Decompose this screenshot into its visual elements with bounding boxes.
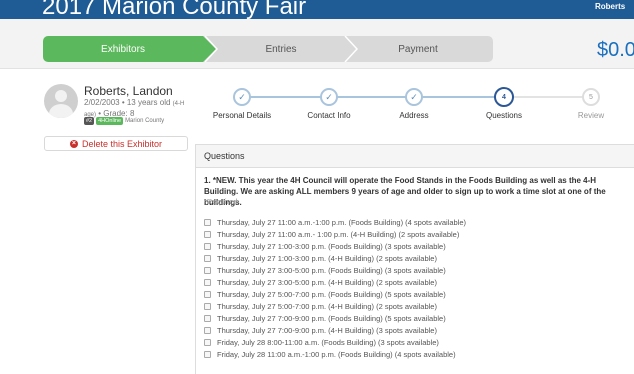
time-slot-option[interactable]: Friday, July 28 11:00 a.m.-1:00 p.m. (Fo… xyxy=(204,348,632,360)
checkbox[interactable] xyxy=(204,254,211,262)
option-label: Friday, July 28 11:00 a.m.-1:00 p.m. (Fo… xyxy=(217,349,456,359)
avatar xyxy=(44,84,78,118)
checkout-wizard: Exhibitors Entries Payment $0.0 xyxy=(0,19,634,69)
step-personal-details-label[interactable]: Personal Details xyxy=(213,111,271,120)
step-questions-number: 4 xyxy=(494,87,514,107)
exhibitor-badges: #2 4HOnline Marion County xyxy=(84,117,164,125)
option-label: Thursday, July 27 7:00-9:00 p.m. (4-H Bu… xyxy=(217,325,437,335)
checkbox[interactable] xyxy=(204,338,211,346)
time-slot-option[interactable]: Thursday, July 27 1:00-3:00 p.m. (4-H Bu… xyxy=(204,252,632,264)
checkbox[interactable] xyxy=(204,314,211,322)
checkbox[interactable] xyxy=(204,218,211,226)
time-slot-option[interactable]: Friday, July 28 8:00-11:00 a.m. (Foods B… xyxy=(204,336,632,348)
chevron-right-icon xyxy=(344,36,359,62)
time-slot-option[interactable]: Thursday, July 27 3:00-5:00 p.m. (4-H Bu… xyxy=(204,276,632,288)
delete-exhibitor-label: Delete this Exhibitor xyxy=(81,138,163,149)
checkbox[interactable] xyxy=(204,242,211,250)
tracker-line xyxy=(418,96,504,98)
time-slot-option[interactable]: Thursday, July 27 1:00-3:00 p.m. (Foods … xyxy=(204,240,632,252)
wizard-step-payment[interactable]: Payment xyxy=(373,36,463,62)
checkbox[interactable] xyxy=(204,278,211,286)
option-label: Thursday, July 27 11:00 a.m.-1:00 p.m. (… xyxy=(217,217,467,227)
checkbox[interactable] xyxy=(204,302,211,310)
cart-total: $0.0 xyxy=(597,39,634,61)
progress-tracker: ✓ ✓ ✓ 4 5 Personal Details Contact Info … xyxy=(195,80,634,125)
step-address-check-icon[interactable]: ✓ xyxy=(405,88,423,106)
checkbox[interactable] xyxy=(204,266,211,274)
time-slot-option[interactable]: Thursday, July 27 7:00-9:00 p.m. (4-H Bu… xyxy=(204,324,632,336)
option-label: Thursday, July 27 5:00-7:00 p.m. (Foods … xyxy=(217,289,446,299)
step-contact-info-label[interactable]: Contact Info xyxy=(307,111,350,120)
checkbox[interactable] xyxy=(204,290,211,298)
time-slot-options: Thursday, July 27 11:00 a.m.-1:00 p.m. (… xyxy=(204,216,632,360)
time-slot-option[interactable]: Thursday, July 27 11:00 a.m.-1:00 p.m. (… xyxy=(204,216,632,228)
exhibitor-age-note: (4-H xyxy=(172,101,185,107)
step-questions-label: Questions xyxy=(485,111,523,120)
wizard-step-exhibitors[interactable]: Exhibitors xyxy=(43,36,203,62)
chevron-right-icon xyxy=(204,36,219,62)
option-label: Thursday, July 27 1:00-3:00 p.m. (Foods … xyxy=(217,241,446,251)
option-label: Thursday, July 27 5:00-7:00 p.m. (4-H Bu… xyxy=(217,301,437,311)
exhibitor-dob-age: 2/02/2003 • 13 years old xyxy=(84,98,171,107)
option-label: Thursday, July 27 7:00-9:00 p.m. (Foods … xyxy=(217,313,446,323)
app-header: 2017 Marion County Fair Roberts xyxy=(0,0,634,19)
delete-exhibitor-button[interactable]: × Delete this Exhibitor xyxy=(44,136,188,151)
time-slot-option[interactable]: Thursday, July 27 7:00-9:00 p.m. (Foods … xyxy=(204,312,632,324)
exhibitor-county: Marion County xyxy=(125,118,165,124)
step-contact-info-check-icon[interactable]: ✓ xyxy=(320,88,338,106)
remove-icon: × xyxy=(69,139,78,148)
option-label: Thursday, July 27 11:00 a.m.- 1:00 p.m. … xyxy=(217,229,460,239)
program-badge: 4HOnline xyxy=(96,117,124,125)
checkbox[interactable] xyxy=(204,326,211,334)
option-label: Thursday, July 27 3:00-5:00 p.m. (4-H Bu… xyxy=(217,277,437,287)
exhibitor-number-badge: #2 xyxy=(84,117,95,125)
question-text: 1. *NEW. This year the 4H Council will o… xyxy=(204,176,606,207)
questions-panel: Questions 1. *NEW. This year the 4H Coun… xyxy=(195,144,634,374)
time-slot-option[interactable]: Thursday, July 27 11:00 a.m.- 1:00 p.m. … xyxy=(204,228,632,240)
wizard-step-entries[interactable]: Entries xyxy=(231,36,331,62)
panel-title: Questions xyxy=(196,145,634,168)
fair-title: 2017 Marion County Fair xyxy=(42,0,307,19)
user-name[interactable]: Roberts xyxy=(595,2,625,11)
step-review-label: Review xyxy=(577,111,605,120)
step-review-number: 5 xyxy=(582,88,600,106)
time-slot-option[interactable]: Thursday, July 27 3:00-5:00 p.m. (Foods … xyxy=(204,264,632,276)
option-label: Thursday, July 27 1:00-3:00 p.m. (4-H Bu… xyxy=(217,253,437,263)
step-personal-details-check-icon[interactable]: ✓ xyxy=(233,88,251,106)
required-note: *Required xyxy=(204,197,238,206)
time-slot-option[interactable]: Thursday, July 27 5:00-7:00 p.m. (Foods … xyxy=(204,288,632,300)
option-label: Thursday, July 27 3:00-5:00 p.m. (Foods … xyxy=(217,265,446,275)
checkbox[interactable] xyxy=(204,350,211,358)
exhibitor-name: Roberts, Landon xyxy=(84,84,173,98)
step-address-label[interactable]: Address xyxy=(399,111,428,120)
checkbox[interactable] xyxy=(204,230,211,238)
tracker-line xyxy=(504,96,592,98)
wizard-steps: Exhibitors Entries Payment xyxy=(43,36,493,62)
option-label: Friday, July 28 8:00-11:00 a.m. (Foods B… xyxy=(217,337,439,347)
time-slot-option[interactable]: Thursday, July 27 5:00-7:00 p.m. (4-H Bu… xyxy=(204,300,632,312)
